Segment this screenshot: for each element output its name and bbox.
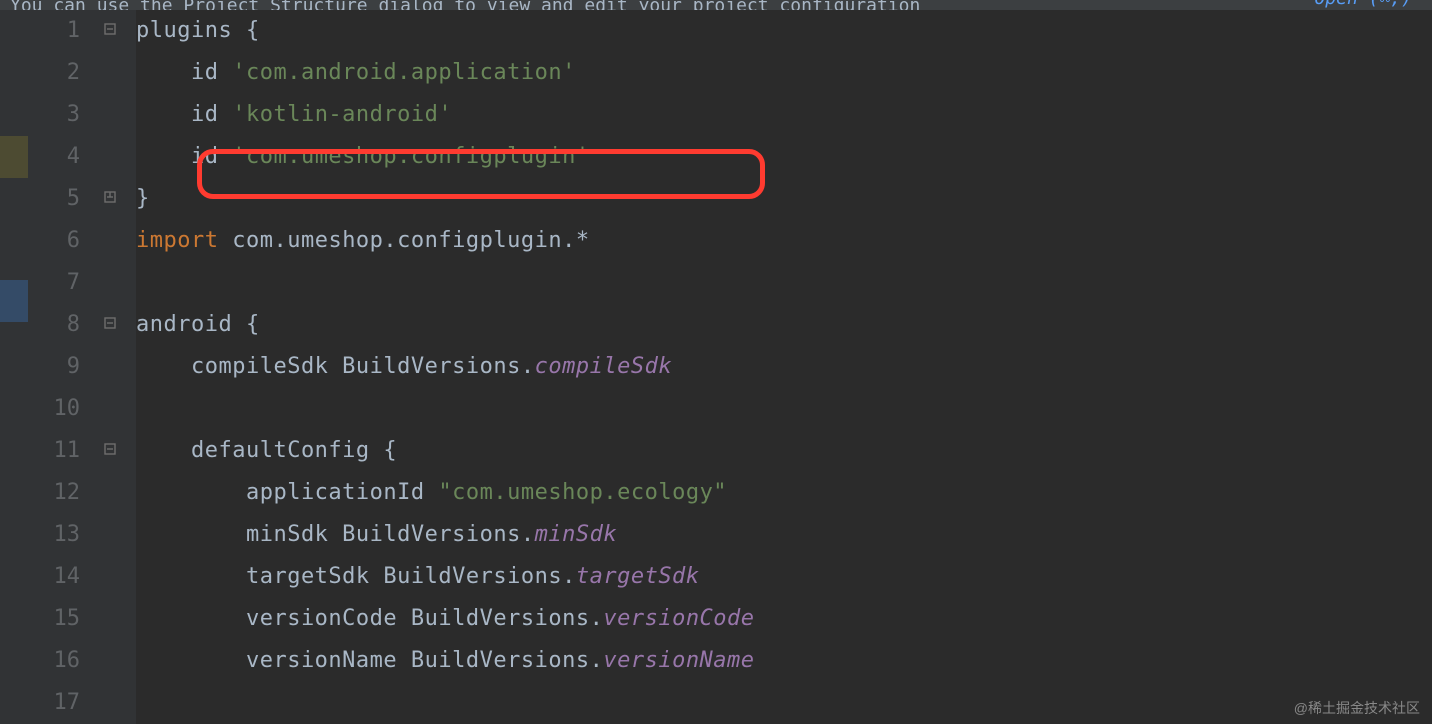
code-token: plugins (136, 18, 246, 43)
code-token: applicationId (136, 480, 438, 505)
code-token: defaultConfig (136, 438, 383, 463)
code-token: versionName (603, 648, 754, 673)
line-number[interactable]: 6 (28, 220, 98, 262)
line-number[interactable]: 14 (28, 556, 98, 598)
code-line[interactable]: targetSdk BuildVersions.targetSdk (136, 556, 1432, 598)
code-token: { (246, 18, 260, 43)
marker-strip (0, 10, 28, 724)
code-token: "com.umeshop.ecology" (438, 480, 727, 505)
code-token: targetSdk (576, 564, 700, 589)
project-structure-banner: You can use the Project Structure dialog… (0, 0, 1432, 10)
code-line[interactable]: id 'kotlin-android' (136, 94, 1432, 136)
code-line[interactable]: compileSdk BuildVersions.compileSdk (136, 346, 1432, 388)
code-token: versionName BuildVersions. (136, 648, 603, 673)
code-line[interactable]: } (136, 178, 1432, 220)
line-number[interactable]: 10 (28, 388, 98, 430)
code-token: 'kotlin-android' (232, 102, 452, 127)
line-number[interactable]: 7 (28, 262, 98, 304)
code-token: import (136, 228, 218, 253)
code-line[interactable]: minSdk BuildVersions.minSdk (136, 514, 1432, 556)
code-token: targetSdk BuildVersions. (136, 564, 576, 589)
watermark: @稀土掘金技术社区 (1294, 698, 1420, 718)
code-line[interactable] (136, 388, 1432, 430)
code-line[interactable]: plugins { (136, 10, 1432, 52)
line-number[interactable]: 2 (28, 52, 98, 94)
code-token: 'com.umeshop.configplugin' (232, 144, 589, 169)
code-token: compileSdk BuildVersions. (136, 354, 535, 379)
fold-column (98, 10, 136, 724)
code-line[interactable]: android { (136, 304, 1432, 346)
code-token: { (246, 312, 260, 337)
line-number[interactable]: 17 (28, 682, 98, 724)
code-editor[interactable]: 1 2 3 4 5 6 7 8 9 10 11 12 13 14 15 16 1… (0, 10, 1432, 724)
line-number[interactable]: 9 (28, 346, 98, 388)
code-token: minSdk (535, 522, 617, 547)
banner-open-link[interactable]: Open (⌘;) (1314, 0, 1412, 9)
fold-open-icon[interactable] (104, 317, 120, 333)
fold-close-icon[interactable] (104, 191, 120, 207)
line-number[interactable]: 5 (28, 178, 98, 220)
line-number[interactable]: 16 (28, 640, 98, 682)
code-line[interactable] (136, 262, 1432, 304)
code-token: } (136, 186, 150, 211)
fold-open-icon[interactable] (104, 23, 120, 39)
code-line[interactable]: versionName BuildVersions.versionName (136, 640, 1432, 682)
code-token: 'com.android.application' (232, 60, 576, 85)
line-number[interactable]: 12 (28, 472, 98, 514)
banner-message: You can use the Project Structure dialog… (10, 0, 920, 10)
code-token: compileSdk (535, 354, 672, 379)
code-line[interactable]: defaultConfig { (136, 430, 1432, 472)
code-token: android (136, 312, 246, 337)
code-line[interactable]: id 'com.android.application' (136, 52, 1432, 94)
line-number[interactable]: 1 (28, 10, 98, 52)
line-number[interactable]: 8 (28, 304, 98, 346)
line-number[interactable]: 4 (28, 136, 98, 178)
code-token: id (136, 60, 232, 85)
code-line[interactable]: import com.umeshop.configplugin.* (136, 220, 1432, 262)
change-marker-added (0, 280, 28, 322)
line-number-gutter: 1 2 3 4 5 6 7 8 9 10 11 12 13 14 15 16 1… (28, 10, 98, 724)
code-line[interactable]: versionCode BuildVersions.versionCode (136, 598, 1432, 640)
code-token: com.umeshop.configplugin.* (218, 228, 589, 253)
line-number[interactable]: 11 (28, 430, 98, 472)
code-line[interactable] (136, 682, 1432, 724)
code-token: { (383, 438, 397, 463)
line-number[interactable]: 13 (28, 514, 98, 556)
code-content[interactable]: plugins { id 'com.android.application' i… (136, 10, 1432, 724)
code-line[interactable]: id 'com.umeshop.configplugin' (136, 136, 1432, 178)
line-number[interactable]: 3 (28, 94, 98, 136)
code-line[interactable]: applicationId "com.umeshop.ecology" (136, 472, 1432, 514)
code-token: versionCode (603, 606, 754, 631)
fold-open-icon[interactable] (104, 443, 120, 459)
code-token: versionCode BuildVersions. (136, 606, 603, 631)
code-token: minSdk BuildVersions. (136, 522, 535, 547)
code-token: id (136, 144, 232, 169)
line-number[interactable]: 15 (28, 598, 98, 640)
change-marker-modified (0, 136, 28, 178)
code-token: id (136, 102, 232, 127)
